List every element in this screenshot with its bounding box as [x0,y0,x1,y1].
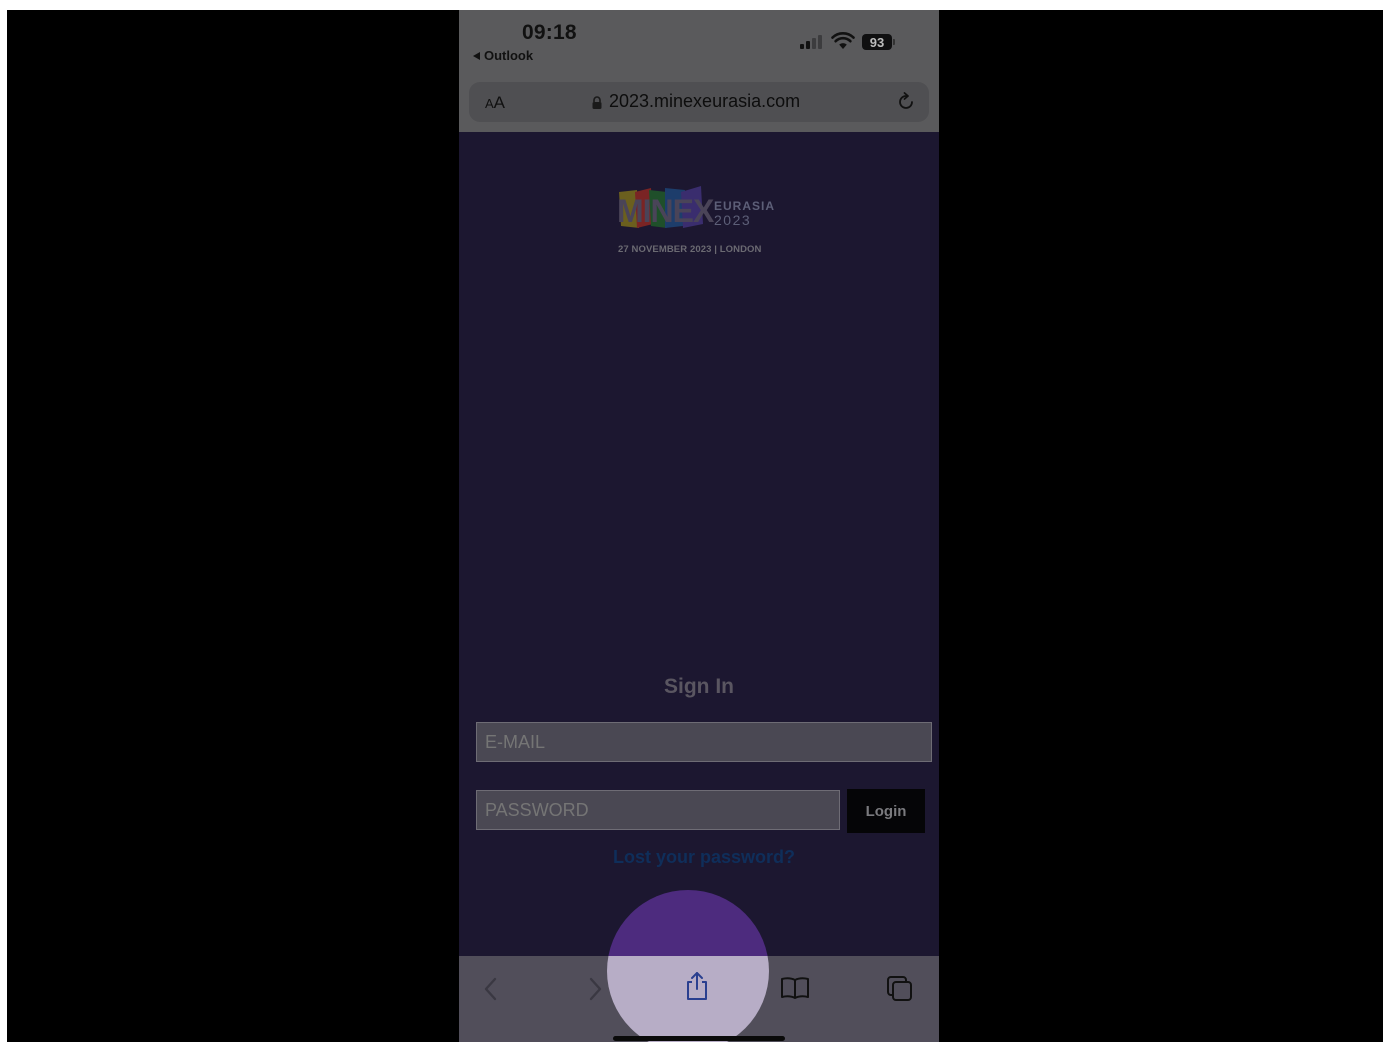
password-field[interactable] [476,790,840,830]
status-time: 09:18 [522,21,577,44]
address-bar[interactable]: AA 2023.minexeurasia.com [469,82,929,122]
browser-chrome: 09:18 Outlook 93 AA 2023.minexeurasia.co… [459,10,939,132]
signal-icon [800,35,822,49]
lost-password-link[interactable]: Lost your password? [459,847,939,868]
back-triangle-icon [473,51,480,60]
home-indicator [613,1036,785,1041]
phone-screen: 09:18 Outlook 93 AA 2023.minexeurasia.co… [459,10,939,1042]
forward-icon[interactable] [585,976,605,1002]
event-tagline: 27 NOVEMBER 2023 | LONDON [618,244,762,255]
logo-word: MINEX [617,193,715,229]
screen-recording-frame: 09:18 Outlook 93 AA 2023.minexeurasia.co… [7,10,1383,1042]
sign-in-title: Sign In [664,675,734,698]
logo-year: 2023 [714,212,751,228]
login-button[interactable]: Login [847,789,925,833]
reload-icon[interactable] [895,91,917,113]
url-text[interactable]: 2023.minexeurasia.com [609,91,800,112]
wifi-icon [831,32,855,49]
email-field[interactable] [476,722,932,762]
touch-indicator [607,890,769,1042]
battery-tip [893,39,895,45]
back-icon[interactable] [481,976,501,1002]
battery-icon: 93 [862,34,892,50]
back-app-label: Outlook [484,48,534,63]
tabs-icon[interactable] [885,974,915,1004]
text-size-button[interactable]: AA [485,93,505,113]
logo-eurasia: EURASIA [714,199,775,213]
back-to-app-button[interactable]: Outlook [473,48,533,63]
lock-icon [592,96,602,109]
bookmarks-icon[interactable] [779,975,811,1001]
share-icon[interactable] [683,970,711,1002]
minex-logo: MINEX EURASIA 2023 [617,186,775,229]
